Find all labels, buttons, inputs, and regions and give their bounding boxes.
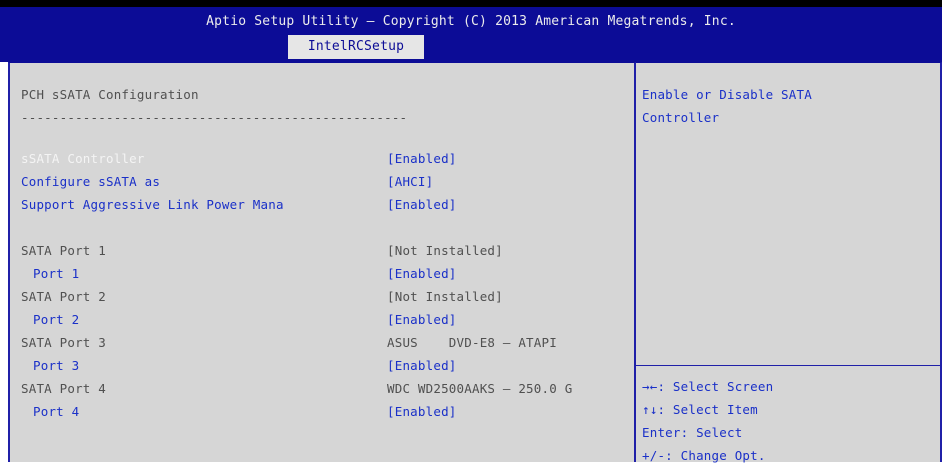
sata-port-2-device: [Not Installed]: [387, 289, 503, 304]
key-hint-select-screen: →←: Select Screen: [642, 379, 774, 394]
setting-value-ssata-controller[interactable]: [Enabled]: [387, 151, 457, 167]
key-hint-select-item: ↑↓: Select Item: [642, 402, 758, 417]
setting-label-ssata-controller[interactable]: sSATA Controller: [21, 151, 145, 167]
port-1-label[interactable]: Port 1: [33, 266, 79, 282]
help-text-line-2: Controller: [642, 110, 720, 125]
port-4-label[interactable]: Port 4: [33, 404, 79, 420]
settings-panel: PCH sSATA Configuration ----------------…: [8, 62, 636, 462]
sata-port-3-label: SATA Port 3: [21, 335, 106, 350]
sata-port-3-device: ASUS DVD-E8 – ATAPI: [387, 335, 557, 350]
sata-port-1-device: [Not Installed]: [387, 243, 503, 258]
title-bar: Aptio Setup Utility – Copyright (C) 2013…: [0, 0, 942, 62]
sata-port-4-label: SATA Port 4: [21, 381, 106, 396]
title-separator: ----------------------------------------…: [21, 110, 408, 125]
port-3-value[interactable]: [Enabled]: [387, 358, 457, 374]
help-panel: Enable or Disable SATA Controller →←: Se…: [636, 62, 942, 463]
setting-value-configure-ssata[interactable]: [AHCI]: [387, 174, 433, 190]
port-1-value[interactable]: [Enabled]: [387, 266, 457, 282]
help-text-line-1: Enable or Disable SATA: [642, 87, 812, 102]
port-2-label[interactable]: Port 2: [33, 312, 79, 328]
app-title: Aptio Setup Utility – Copyright (C) 2013…: [206, 14, 736, 29]
port-2-value[interactable]: [Enabled]: [387, 312, 457, 328]
sata-port-1-label: SATA Port 1: [21, 243, 106, 258]
page-title: PCH sSATA Configuration: [21, 87, 199, 102]
setting-label-configure-ssata[interactable]: Configure sSATA as: [21, 174, 160, 190]
key-hint-enter-select: Enter: Select: [642, 425, 743, 440]
help-divider: [636, 365, 940, 366]
tab-intelrcsetup[interactable]: IntelRCSetup: [288, 35, 424, 59]
top-edge: [0, 0, 942, 7]
sata-port-2-label: SATA Port 2: [21, 289, 106, 304]
port-3-label[interactable]: Port 3: [33, 358, 79, 374]
setting-value-aggressive-link-power[interactable]: [Enabled]: [387, 197, 457, 213]
setting-label-aggressive-link-power[interactable]: Support Aggressive Link Power Mana: [21, 197, 284, 213]
port-4-value[interactable]: [Enabled]: [387, 404, 457, 420]
sata-port-4-device: WDC WD2500AAKS – 250.0 G: [387, 381, 573, 396]
